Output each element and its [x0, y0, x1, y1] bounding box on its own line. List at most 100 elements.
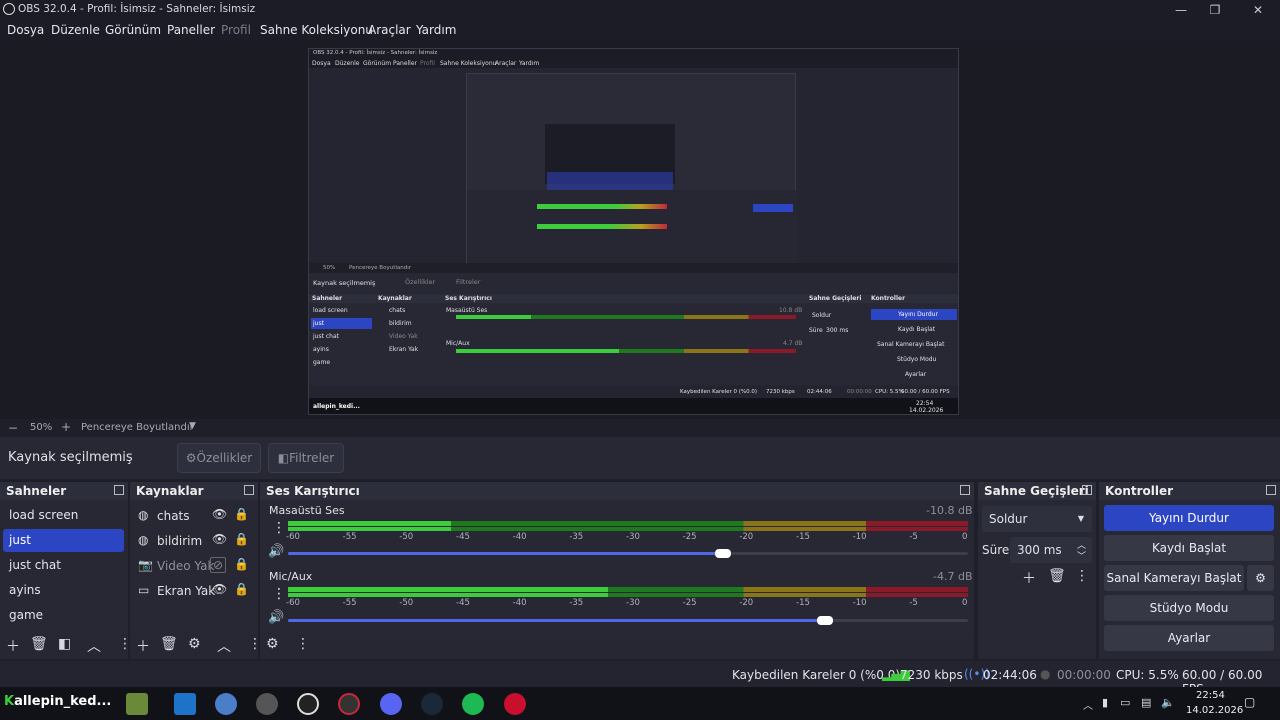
- kodi-icon[interactable]: [215, 693, 237, 715]
- nested-dock-sahneler: Sahneler: [312, 295, 343, 302]
- scene-item[interactable]: just chat: [3, 554, 124, 577]
- start-record-button[interactable]: Kaydı Başlat: [1104, 535, 1274, 561]
- source-name[interactable]: bildirim: [157, 534, 202, 548]
- duration-spinbox[interactable]: 300 ms ︿ ﹀: [1010, 537, 1092, 563]
- zoom-mode[interactable]: Pencereye Boyutlandır: [81, 422, 194, 433]
- eye-icon[interactable]: 👁: [212, 532, 227, 546]
- undock-icon[interactable]: [244, 485, 254, 495]
- battery-icon[interactable]: ▭: [1120, 696, 1130, 709]
- obs-taskbar-icon[interactable]: [338, 693, 360, 715]
- steam-icon[interactable]: [421, 693, 443, 715]
- speaker-icon[interactable]: 🔊: [268, 610, 284, 625]
- network-icon[interactable]: ▤: [1141, 696, 1151, 709]
- more-icon[interactable]: ⋮: [1075, 568, 1089, 584]
- menu-araclar[interactable]: Araçlar: [368, 23, 411, 37]
- menu-duzenle[interactable]: Düzenle: [51, 23, 100, 37]
- no-source-label: Kaynak seçilmemiş: [8, 450, 133, 465]
- lock-icon[interactable]: 🔒: [234, 507, 249, 521]
- db-tick-label: -45: [456, 532, 470, 542]
- trash-icon[interactable]: 🗑: [1048, 568, 1066, 584]
- app-c-icon[interactable]: [297, 693, 319, 715]
- dropped-frames: Kaybedilen Kareler 0 (%0.0): [732, 668, 901, 682]
- vcam-settings-gear-icon[interactable]: ⚙: [1247, 565, 1274, 591]
- zoom-in-button[interactable]: +: [61, 420, 71, 434]
- nested-source-2: Video Yak: [389, 333, 418, 340]
- clock-date[interactable]: 14.02.2026: [1186, 705, 1243, 716]
- chevron-up-icon[interactable]: ︿: [1083, 697, 1093, 712]
- file-explorer-icon[interactable]: [126, 693, 148, 715]
- trash-icon[interactable]: 🗑: [160, 636, 178, 652]
- advanced-audio-icon[interactable]: ⚙: [266, 636, 279, 652]
- restore-button[interactable]: ❐: [1200, 1, 1230, 19]
- chevron-down-icon[interactable]: ﹀: [1077, 549, 1086, 562]
- scene-item[interactable]: just: [3, 529, 124, 552]
- menu-dosya[interactable]: Dosya: [7, 23, 44, 37]
- minimize-button[interactable]: —: [1166, 1, 1196, 19]
- scene-item[interactable]: ayins: [3, 579, 124, 602]
- menu-yardim[interactable]: Yardım: [416, 23, 456, 37]
- chevron-down-icon[interactable]: ▼: [189, 421, 196, 431]
- studio-mode-button[interactable]: Stüdyo Modu: [1104, 595, 1274, 621]
- more-icon[interactable]: ⋮: [272, 586, 286, 602]
- undock-icon[interactable]: [1266, 485, 1276, 495]
- lock-icon[interactable]: 🔒: [234, 582, 249, 596]
- opera-icon[interactable]: [504, 693, 526, 715]
- source-name[interactable]: Video Yak: [157, 559, 214, 573]
- unity-icon[interactable]: [256, 693, 278, 715]
- settings-button[interactable]: Ayarlar: [1104, 625, 1274, 651]
- volume-handle[interactable]: [715, 549, 732, 558]
- discord-icon[interactable]: [380, 693, 402, 715]
- volume-slider[interactable]: [288, 549, 968, 558]
- usb-icon[interactable]: ▮: [1102, 696, 1108, 709]
- eye-icon[interactable]: 👁: [212, 582, 227, 596]
- close-button[interactable]: ✕: [1243, 1, 1273, 19]
- scene-item[interactable]: game: [3, 604, 124, 627]
- camera-icon: 📷: [138, 558, 153, 572]
- db-tick-label: -25: [682, 598, 697, 608]
- undock-icon[interactable]: [1082, 485, 1092, 495]
- app-icon[interactable]: [174, 693, 196, 715]
- gear-icon[interactable]: ⚙: [188, 636, 201, 652]
- menu-sahne-koleksiyonu[interactable]: Sahne Koleksiyonu: [260, 23, 373, 37]
- more-icon[interactable]: ⋮: [272, 520, 286, 536]
- lock-icon[interactable]: 🔒: [234, 532, 249, 546]
- source-name[interactable]: Ekran Yak: [157, 584, 215, 598]
- nested-ctl-0: Yayını Durdur: [898, 311, 938, 318]
- volume-handle[interactable]: [817, 616, 834, 625]
- volume-icon[interactable]: 🔈: [1161, 696, 1175, 709]
- transition-select[interactable]: Soldur ▼: [982, 506, 1092, 532]
- notification-icon[interactable]: ▢: [1244, 695, 1255, 709]
- source-name[interactable]: chats: [157, 509, 190, 523]
- undock-icon[interactable]: [114, 485, 124, 495]
- scene-item[interactable]: load screen: [3, 504, 124, 527]
- mixer-dock-title: Ses Karıştırıcı: [260, 482, 974, 500]
- stop-stream-button[interactable]: Yayını Durdur: [1104, 505, 1274, 531]
- start-vcam-button[interactable]: Sanal Kamerayı Başlat: [1104, 565, 1244, 591]
- filters-button[interactable]: ◧Filtreler: [268, 443, 344, 473]
- add-transition-button[interactable]: ＋: [1022, 568, 1036, 588]
- add-scene-button[interactable]: ＋: [6, 636, 20, 656]
- lock-icon[interactable]: 🔒: [234, 557, 249, 571]
- nested-clock-date: 14.02.2026: [909, 407, 944, 414]
- scene-filters-icon[interactable]: ◧: [58, 636, 71, 652]
- zoom-out-button[interactable]: −: [8, 421, 18, 435]
- speaker-icon[interactable]: 🔊: [268, 544, 284, 559]
- menu-gorunum[interactable]: Görünüm: [105, 23, 161, 37]
- nested-scene-4: game: [313, 359, 331, 366]
- menu-paneller[interactable]: Paneller: [167, 23, 215, 37]
- move-up-icon[interactable]: ︿: [217, 636, 231, 656]
- add-source-button[interactable]: ＋: [136, 636, 150, 656]
- eye-hidden-icon[interactable]: ⊘: [210, 557, 227, 573]
- properties-button[interactable]: ⚙Özellikler: [177, 443, 261, 473]
- trash-icon[interactable]: 🗑: [30, 636, 48, 652]
- clock-time[interactable]: 22:54: [1196, 690, 1225, 701]
- eye-icon[interactable]: 👁: [212, 507, 227, 521]
- undock-icon[interactable]: [960, 485, 970, 495]
- menu-profil[interactable]: Profil: [221, 23, 251, 37]
- taskbar-user-app[interactable]: Kallepin_ked...: [4, 694, 111, 709]
- nested-track-0-name: Masaüstü Ses: [446, 307, 488, 314]
- move-up-icon[interactable]: ︿: [87, 636, 101, 656]
- more-icon[interactable]: ⋮: [296, 636, 310, 652]
- spotify-icon[interactable]: [462, 693, 484, 715]
- volume-slider[interactable]: [288, 616, 968, 625]
